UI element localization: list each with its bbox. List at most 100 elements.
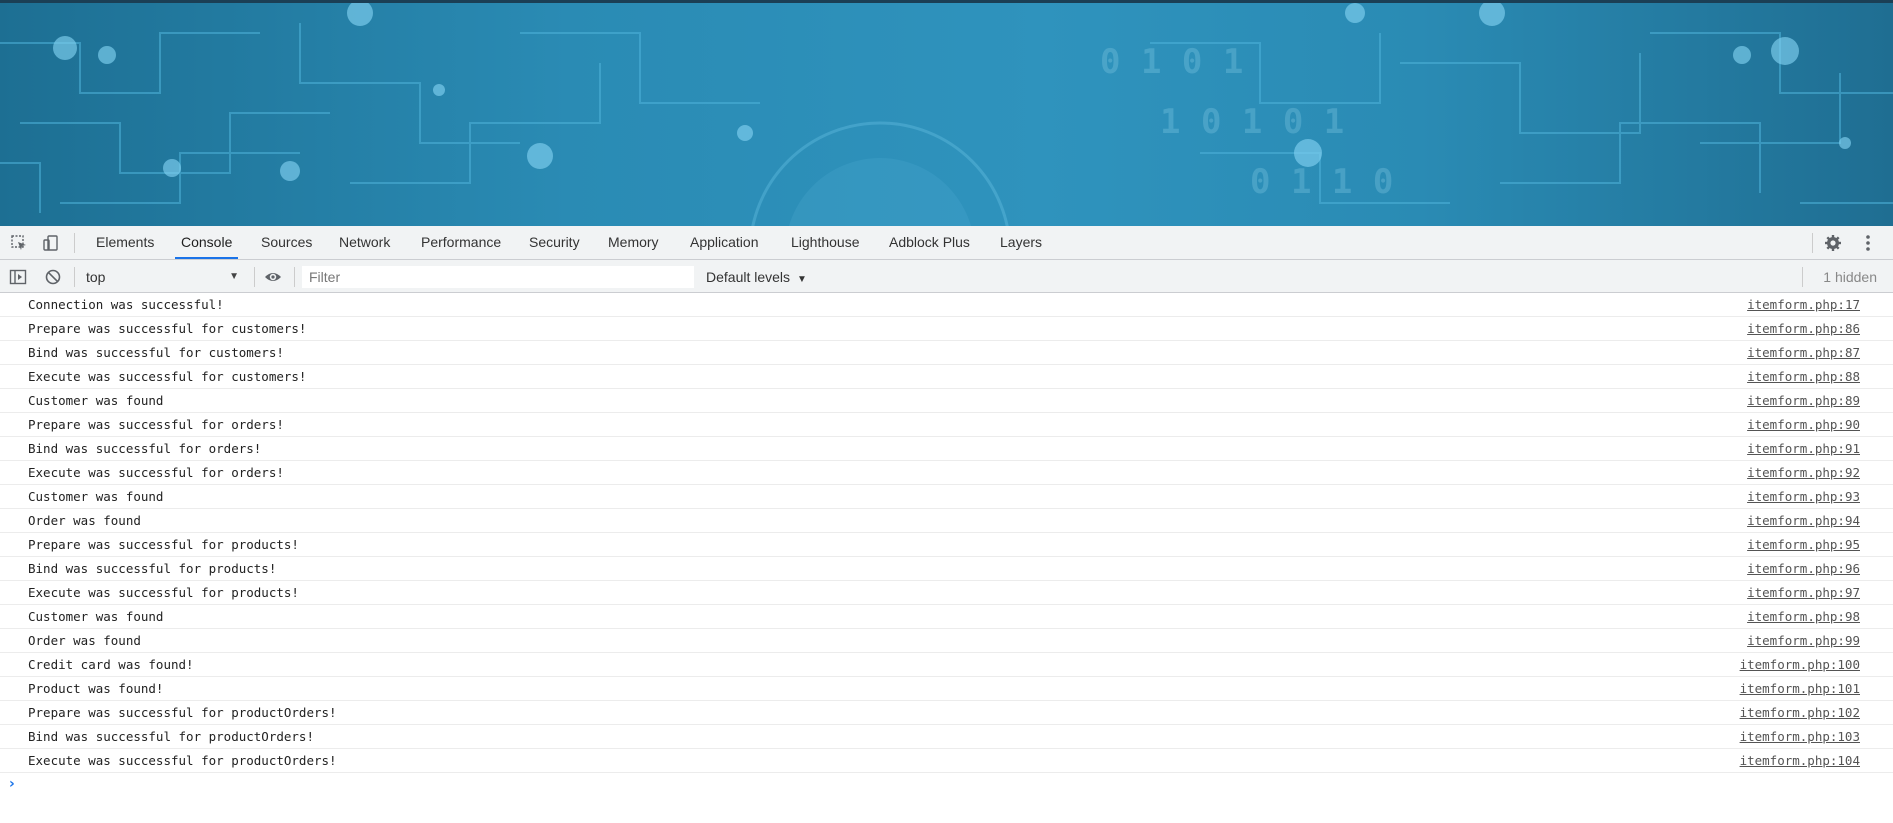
device-toolbar-icon[interactable] xyxy=(42,234,60,252)
console-prompt-input[interactable]: › xyxy=(0,773,1893,797)
tab-memory[interactable]: Memory xyxy=(602,226,665,259)
console-message: Order was found itemform.php:94 xyxy=(0,509,1893,533)
settings-gear-icon[interactable] xyxy=(1824,234,1842,252)
console-message-text: Order was found xyxy=(28,513,141,528)
console-message-text: Bind was successful for customers! xyxy=(28,345,284,360)
console-message-text: Customer was found xyxy=(28,609,164,624)
console-message-text: Execute was successful for products! xyxy=(28,585,299,600)
console-message-source-link[interactable]: itemform.php:86 xyxy=(1747,321,1860,336)
more-options-kebab-icon[interactable] xyxy=(1859,234,1877,252)
console-message: Bind was successful for orders! itemform.… xyxy=(0,437,1893,461)
log-levels-label: Default levels xyxy=(706,269,791,285)
console-message-source-link[interactable]: itemform.php:101 xyxy=(1740,681,1860,696)
console-message-source-link[interactable]: itemform.php:87 xyxy=(1747,345,1860,360)
console-message-text: Credit card was found! xyxy=(28,657,194,672)
console-message-text: Prepare was successful for productOrders… xyxy=(28,705,337,720)
console-message: Connection was successful! itemform.php:1… xyxy=(0,293,1893,317)
console-message-text: Prepare was successful for orders! xyxy=(28,417,284,432)
toolbar-divider xyxy=(74,233,75,253)
console-message: Execute was successful for orders! itemfo… xyxy=(0,461,1893,485)
toolbar-divider xyxy=(1812,233,1813,253)
console-message-source-link[interactable]: itemform.php:17 xyxy=(1747,297,1860,312)
console-message: Execute was successful for products! item… xyxy=(0,581,1893,605)
console-log: Connection was successful! itemform.php:1… xyxy=(0,293,1893,797)
tab-adblock-plus[interactable]: Adblock Plus xyxy=(883,226,976,259)
console-message-source-link[interactable]: itemform.php:88 xyxy=(1747,369,1860,384)
console-message-text: Prepare was successful for products! xyxy=(28,537,299,552)
tab-application[interactable]: Application xyxy=(684,226,765,259)
console-message-source-link[interactable]: itemform.php:98 xyxy=(1747,609,1860,624)
console-message-source-link[interactable]: itemform.php:96 xyxy=(1747,561,1860,576)
console-message: Customer was found itemform.php:89 xyxy=(0,389,1893,413)
console-message: Bind was successful for productOrders! it… xyxy=(0,725,1893,749)
console-message-source-link[interactable]: itemform.php:94 xyxy=(1747,513,1860,528)
console-message-source-link[interactable]: itemform.php:93 xyxy=(1747,489,1860,504)
console-message: Prepare was successful for orders! itemfo… xyxy=(0,413,1893,437)
console-toolbar: top ▼ Default levels ▼ 1 hidden xyxy=(0,260,1893,293)
console-message-source-link[interactable]: itemform.php:89 xyxy=(1747,393,1860,408)
tab-lighthouse[interactable]: Lighthouse xyxy=(785,226,866,259)
tab-elements[interactable]: Elements xyxy=(90,226,160,259)
console-message-text: Customer was found xyxy=(28,489,164,504)
context-value: top xyxy=(86,269,106,285)
svg-text:0 1 0 1: 0 1 0 1 xyxy=(1100,42,1243,82)
console-message: Prepare was successful for customers! ite… xyxy=(0,317,1893,341)
console-message-text: Execute was successful for productOrders… xyxy=(28,753,337,768)
svg-text:0 1 1 0: 0 1 1 0 xyxy=(1250,162,1393,202)
toolbar-divider xyxy=(254,267,255,287)
hidden-messages-count: 1 hidden xyxy=(1823,269,1877,285)
inspect-element-icon[interactable] xyxy=(10,234,28,252)
console-message-text: Execute was successful for customers! xyxy=(28,369,307,384)
console-message-source-link[interactable]: itemform.php:100 xyxy=(1740,657,1860,672)
console-message: Prepare was successful for productOrders… xyxy=(0,701,1893,725)
circuit-board-graphic: 0 1 0 1 1 0 1 0 1 0 1 1 0 xyxy=(0,3,1893,226)
console-message: Bind was successful for products! itemfor… xyxy=(0,557,1893,581)
console-message-text: Execute was successful for orders! xyxy=(28,465,284,480)
tab-sources[interactable]: Sources xyxy=(255,226,318,259)
console-message: Order was found itemform.php:99 xyxy=(0,629,1893,653)
page-banner-image: 0 1 0 1 1 0 1 0 1 0 1 1 0 xyxy=(0,0,1893,226)
log-levels-dropdown[interactable]: Default levels ▼ xyxy=(706,266,807,288)
console-message: Execute was successful for productOrders… xyxy=(0,749,1893,773)
console-message-text: Bind was successful for productOrders! xyxy=(28,729,314,744)
console-message-text: Connection was successful! xyxy=(28,297,224,312)
toolbar-divider xyxy=(294,267,295,287)
tab-console[interactable]: Console xyxy=(175,226,239,259)
console-message-source-link[interactable]: itemform.php:104 xyxy=(1740,753,1860,768)
console-message-source-link[interactable]: itemform.php:103 xyxy=(1740,729,1860,744)
console-message-text: Prepare was successful for customers! xyxy=(28,321,307,336)
javascript-context-select[interactable]: top ▼ xyxy=(80,266,245,288)
console-message: Customer was found itemform.php:93 xyxy=(0,485,1893,509)
tab-performance[interactable]: Performance xyxy=(415,226,507,259)
toolbar-divider xyxy=(1802,267,1803,287)
show-console-sidebar-icon[interactable] xyxy=(9,268,27,286)
console-message: Customer was found itemform.php:98 xyxy=(0,605,1893,629)
console-message-source-link[interactable]: itemform.php:90 xyxy=(1747,417,1860,432)
console-message-text: Bind was successful for products! xyxy=(28,561,277,576)
console-message: Prepare was successful for products! item… xyxy=(0,533,1893,557)
console-message-text: Product was found! xyxy=(28,681,164,696)
console-message: Bind was successful for customers! itemfo… xyxy=(0,341,1893,365)
devtools-tab-bar: Elements Console Sources Network Perform… xyxy=(0,226,1893,260)
console-message-source-link[interactable]: itemform.php:99 xyxy=(1747,633,1860,648)
console-message-text: Bind was successful for orders! xyxy=(28,441,262,456)
console-message: Execute was successful for customers! ite… xyxy=(0,365,1893,389)
tab-security[interactable]: Security xyxy=(523,226,586,259)
console-message-source-link[interactable]: itemform.php:97 xyxy=(1747,585,1860,600)
console-message-source-link[interactable]: itemform.php:92 xyxy=(1747,465,1860,480)
console-message: Product was found! itemform.php:101 xyxy=(0,677,1893,701)
console-message-text: Customer was found xyxy=(28,393,164,408)
console-filter-input[interactable] xyxy=(302,266,694,288)
console-message-source-link[interactable]: itemform.php:102 xyxy=(1740,705,1860,720)
console-message-source-link[interactable]: itemform.php:91 xyxy=(1747,441,1860,456)
console-message: Credit card was found! itemform.php:100 xyxy=(0,653,1893,677)
dropdown-arrow-icon: ▼ xyxy=(229,271,239,282)
tab-layers[interactable]: Layers xyxy=(994,226,1048,259)
clear-console-icon[interactable] xyxy=(44,268,62,286)
tab-network[interactable]: Network xyxy=(333,226,396,259)
toolbar-divider xyxy=(74,267,75,287)
console-message-text: Order was found xyxy=(28,633,141,648)
live-expression-eye-icon[interactable] xyxy=(264,268,282,286)
svg-text:1 0 1 0 1: 1 0 1 0 1 xyxy=(1160,102,1344,142)
console-message-source-link[interactable]: itemform.php:95 xyxy=(1747,537,1860,552)
